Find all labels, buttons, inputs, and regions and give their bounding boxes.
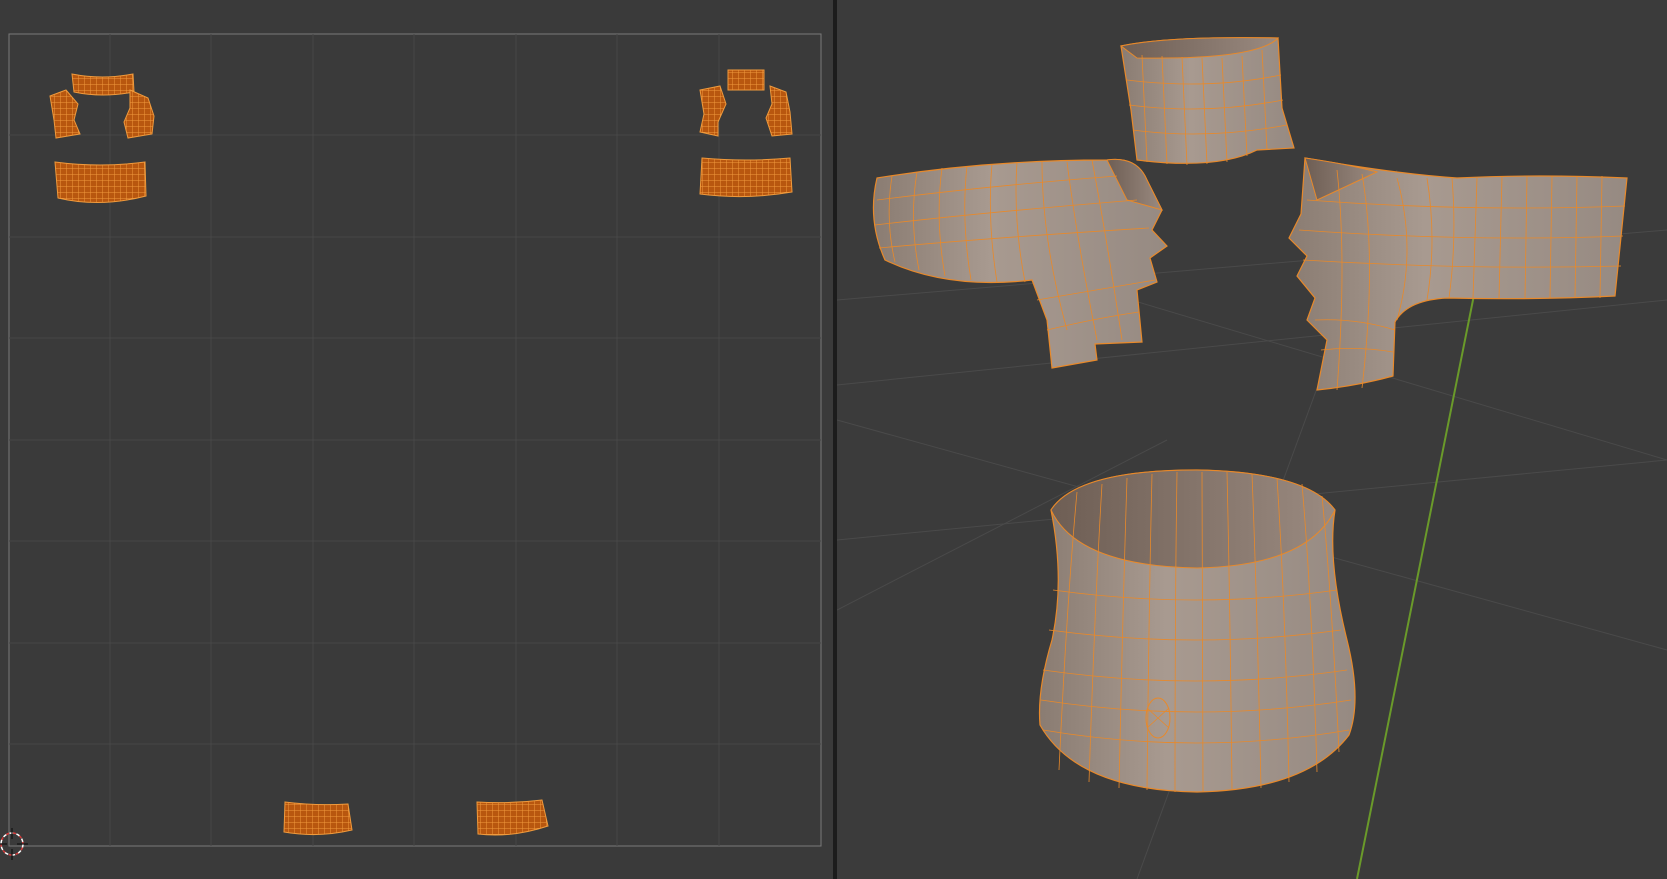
uv-island-left-sleeve-top[interactable] <box>71 73 135 96</box>
uv-island-left-sleeve-side-b[interactable] <box>123 89 155 139</box>
uv-island-left-sleeve-side-a[interactable] <box>49 89 81 139</box>
waist-band-mesh[interactable] <box>1038 469 1356 793</box>
uv-editor-canvas[interactable] <box>0 0 833 879</box>
uv-island-left-sleeve-band[interactable] <box>54 161 147 203</box>
3d-viewport-canvas[interactable] <box>837 0 1667 879</box>
uv-editor-panel[interactable] <box>0 0 833 879</box>
uv-island-right-sleeve-band[interactable] <box>699 157 793 198</box>
uv-cursor-icon[interactable] <box>0 828 28 860</box>
3d-viewport-panel[interactable] <box>837 0 1667 879</box>
collar-mesh[interactable] <box>1119 37 1295 166</box>
right-sleeve-mesh[interactable] <box>1288 157 1628 391</box>
uv-grid <box>9 34 821 846</box>
uv-island-right-sleeve-side-a[interactable] <box>699 85 727 137</box>
uv-island-right-sleeve-top[interactable] <box>727 69 765 91</box>
uv-island-collar-right[interactable] <box>476 799 549 836</box>
left-sleeve-mesh[interactable] <box>872 158 1168 369</box>
uv-island-collar-left[interactable] <box>283 801 353 836</box>
uv-island-right-sleeve-side-b[interactable] <box>765 85 793 137</box>
